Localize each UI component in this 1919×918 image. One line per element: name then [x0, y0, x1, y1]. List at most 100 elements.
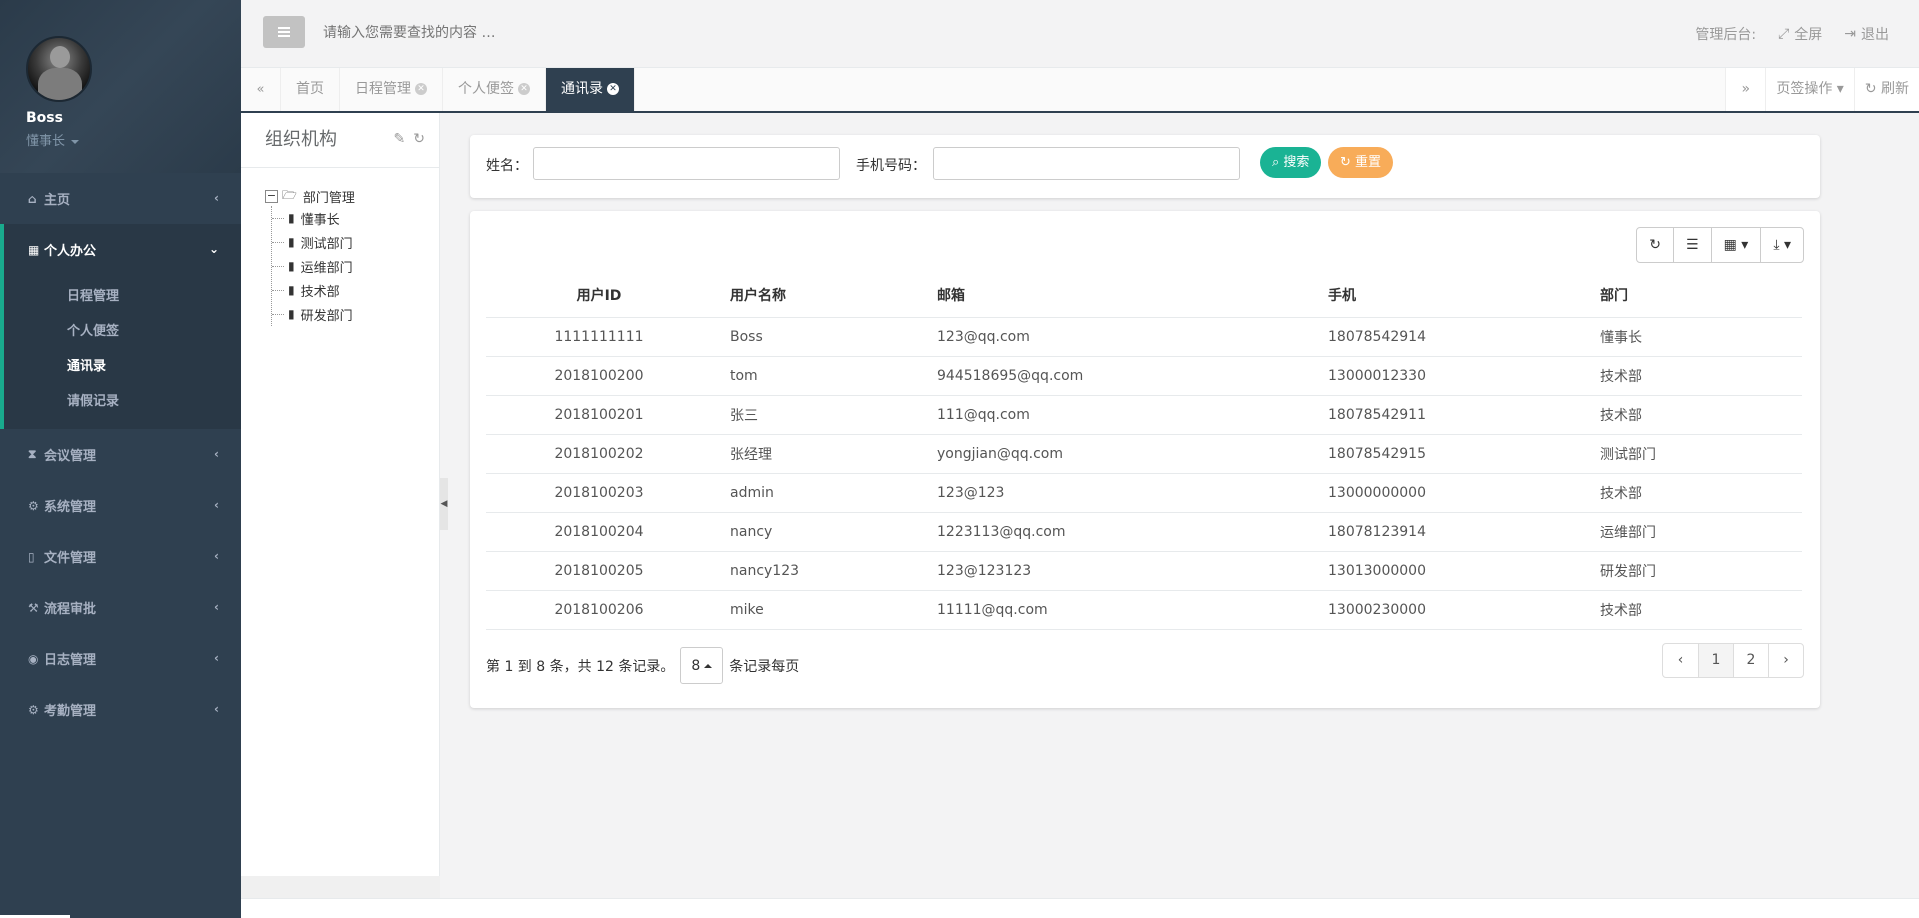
cell-name: 张经理 — [712, 434, 919, 474]
sidebar-item-logs[interactable]: ◉ 日志管理 ‹ — [0, 633, 241, 684]
table-row[interactable]: 2018100204 nancy 1223113@qq.com 18078123914… — [486, 512, 1802, 552]
column-header-phone[interactable]: 手机 — [1310, 273, 1582, 318]
global-search-input[interactable] — [323, 20, 823, 46]
name-input[interactable] — [533, 147, 840, 180]
edit-icon[interactable]: ✎ — [394, 131, 406, 147]
tab-label: 通讯录 — [561, 81, 603, 97]
user-role-dropdown[interactable]: 懂事长 — [26, 130, 241, 149]
file-icon: ▯ — [28, 549, 35, 564]
eye-icon: ◉ — [28, 651, 39, 666]
table-row[interactable]: 2018100203 admin 123@123 13000000000 技术部 — [486, 473, 1802, 513]
sidebar-item-attendance[interactable]: ⚙ 考勤管理 ‹ — [0, 684, 241, 735]
close-icon[interactable]: ✕ — [607, 83, 619, 95]
search-button-label: 搜索 — [1283, 155, 1310, 170]
phone-input[interactable] — [933, 147, 1240, 180]
refresh-tab-button[interactable]: ↻ 刷新 — [1853, 68, 1919, 111]
page-tabs: 首页 日程管理 ✕ 个人便签 ✕ 通讯录 ✕ — [281, 68, 635, 111]
table-columns-button[interactable]: ▦ ▾ — [1710, 228, 1761, 262]
refresh-icon[interactable]: ↻ — [413, 131, 425, 147]
sidebar-item-files[interactable]: ▯ 文件管理 ‹ — [0, 531, 241, 582]
cell-name: mike — [712, 590, 919, 630]
top-actions: 管理后台: ⤢ 全屏 ⇥ 退出 — [1695, 24, 1889, 44]
cell-name: nancy — [712, 512, 919, 552]
sidebar-item-office[interactable]: ▦ 个人办公 ⌄ — [0, 224, 241, 275]
cell-phone: 18078542915 — [1310, 434, 1582, 474]
table-toggle-view-button[interactable]: ☰ — [1673, 228, 1711, 262]
cell-name: admin — [712, 473, 919, 513]
tabs-scroll-right-button[interactable]: » — [1725, 68, 1766, 111]
cell-email: 944518695@qq.com — [919, 356, 1310, 396]
sidebar-item-home[interactable]: ⌂ 主页 ‹ — [0, 173, 241, 224]
cell-dept: 技术部 — [1582, 473, 1802, 513]
tree-root-node[interactable]: − 🗁 部门管理 — [265, 186, 439, 206]
column-header-dept[interactable]: 部门 — [1582, 273, 1802, 318]
per-page-label: 条记录每页 — [729, 658, 800, 675]
sidebar-subitem-leave[interactable]: 请假记录 — [4, 384, 241, 419]
cell-id: 2018100201 — [486, 395, 712, 435]
panel-collapse-handle[interactable]: ◀ — [440, 478, 448, 530]
pagination-prev[interactable]: ‹ — [1663, 644, 1698, 677]
table-row[interactable]: 2018100205 nancy123 123@123123 13013000000 研… — [486, 551, 1802, 591]
table-row[interactable]: 2018100206 mike 11111@qq.com 13000230000 技术部 — [486, 590, 1802, 630]
cell-phone: 18078542914 — [1310, 317, 1582, 357]
sidebar-item-label: 日志管理 — [44, 653, 97, 668]
reset-button[interactable]: ↻ 重置 — [1328, 147, 1394, 178]
table-export-button[interactable]: ⤓ ▾ — [1760, 228, 1803, 262]
logout-button[interactable]: ⇥ 退出 — [1844, 24, 1889, 44]
column-header-email[interactable]: 邮箱 — [919, 273, 1310, 318]
sidebar-item-meeting[interactable]: ⧗ 会议管理 ‹ — [0, 429, 241, 480]
tab-home[interactable]: 首页 — [281, 68, 340, 111]
table-row[interactable]: 2018100201 张三 111@qq.com 18078542911 技术部 — [486, 395, 1802, 435]
phone-label: 手机号码： — [856, 158, 926, 174]
chevron-left-icon: ‹ — [214, 191, 219, 205]
cell-email: yongjian@qq.com — [919, 434, 1310, 474]
column-header-name[interactable]: 用户名称 — [712, 273, 919, 318]
table-toolbar: ↻ ☰ ▦ ▾ ⤓ ▾ — [1636, 227, 1804, 263]
caret-up-icon — [704, 663, 713, 668]
tree-node[interactable]: ▮ 测试部门 — [272, 230, 439, 254]
table-refresh-button[interactable]: ↻ — [1637, 228, 1673, 262]
column-header-id[interactable]: 用户ID — [486, 273, 712, 318]
pagination-page-2[interactable]: 2 — [1733, 644, 1768, 677]
table-row[interactable]: 1111111111 Boss 123@qq.com 18078542914 懂事长 — [486, 317, 1802, 357]
menu-toggle-button[interactable] — [263, 16, 305, 48]
cell-phone: 13013000000 — [1310, 551, 1582, 591]
gear-icon: ⚙ — [28, 498, 39, 513]
tree-node[interactable]: ▮ 研发部门 — [272, 302, 439, 326]
tab-contacts[interactable]: 通讯录 ✕ — [546, 68, 635, 111]
cell-dept: 研发部门 — [1582, 551, 1802, 591]
tree-node-label: 研发部门 — [300, 308, 353, 324]
sidebar-submenu: 日程管理 个人便签 通讯录 请假记录 — [0, 275, 241, 429]
close-icon[interactable]: ✕ — [518, 83, 530, 95]
tree-node[interactable]: ▮ 运维部门 — [272, 254, 439, 278]
chevron-left-icon: ‹ — [214, 498, 219, 512]
sidebar-item-label: 文件管理 — [44, 551, 97, 566]
chevron-left-icon: ‹ — [214, 549, 219, 563]
tab-schedule[interactable]: 日程管理 ✕ — [340, 68, 443, 111]
fullscreen-button[interactable]: ⤢ 全屏 — [1778, 24, 1822, 44]
top-bar: 管理后台: ⤢全屏 ⇥ 退出 — [241, 0, 1919, 68]
tabs-scroll-left-button[interactable]: « — [241, 68, 281, 111]
avatar[interactable] — [26, 36, 92, 102]
chevron-down-icon: ⌄ — [208, 242, 219, 256]
org-panel-footer — [241, 876, 440, 898]
tree-node[interactable]: ▮ 技术部 — [272, 278, 439, 302]
pagination-page-1[interactable]: 1 — [1698, 644, 1733, 677]
cell-name: tom — [712, 356, 919, 396]
sign-out-icon: ⇥ — [1844, 26, 1856, 42]
tab-notes[interactable]: 个人便签 ✕ — [443, 68, 546, 111]
sidebar-subitem-contacts[interactable]: 通讯录 — [4, 349, 241, 384]
sidebar-item-system[interactable]: ⚙ 系统管理 ‹ — [0, 480, 241, 531]
search-button[interactable]: ⌕ 搜索 — [1260, 147, 1322, 178]
table-row[interactable]: 2018100200 tom 944518695@qq.com 13000012330… — [486, 356, 1802, 396]
table-row[interactable]: 2018100202 张经理 yongjian@qq.com 18078542915 测… — [486, 434, 1802, 474]
tree-collapse-icon[interactable]: − — [265, 189, 278, 203]
page-size-dropdown[interactable]: 8 — [680, 647, 724, 684]
tab-operations-dropdown[interactable]: 页签操作 ▾ — [1765, 68, 1854, 111]
close-icon[interactable]: ✕ — [415, 83, 427, 95]
pagination-next[interactable]: › — [1768, 644, 1803, 677]
tree-node[interactable]: ▮ 懂事长 — [272, 206, 439, 230]
sidebar-item-workflow[interactable]: ⚒ 流程审批 ‹ — [0, 582, 241, 633]
sidebar-subitem-notes[interactable]: 个人便签 — [4, 314, 241, 349]
sidebar-subitem-schedule[interactable]: 日程管理 — [4, 279, 241, 314]
